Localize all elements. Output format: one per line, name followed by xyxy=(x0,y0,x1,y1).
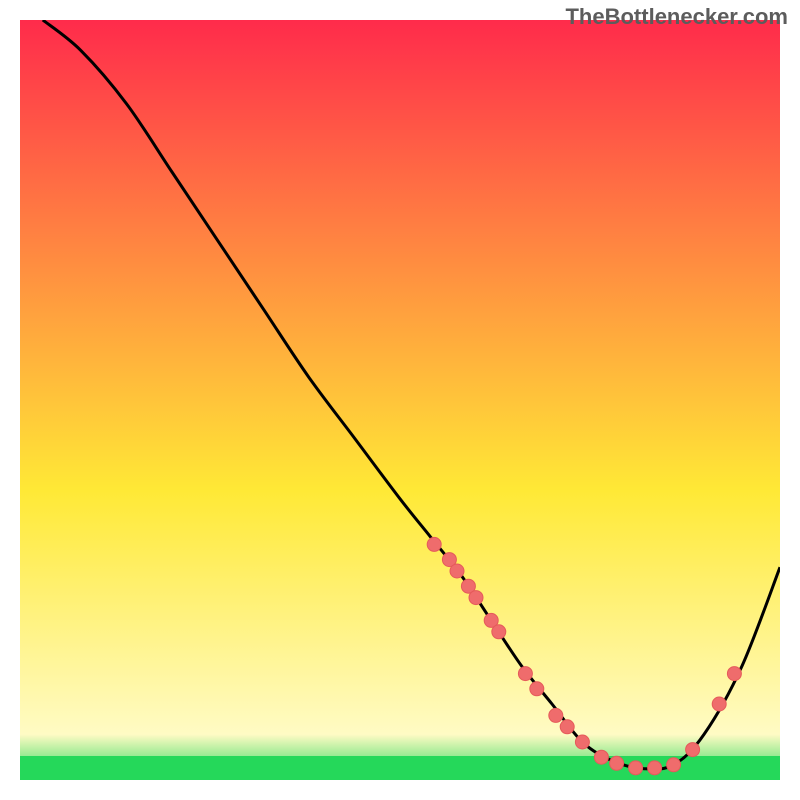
data-point xyxy=(727,667,741,681)
data-point xyxy=(549,708,563,722)
watermark-text: TheBottlenecker.com xyxy=(565,4,788,30)
data-point xyxy=(712,697,726,711)
data-point xyxy=(450,564,464,578)
gradient-background xyxy=(20,20,780,780)
data-point xyxy=(469,591,483,605)
data-point xyxy=(575,735,589,749)
chart-plot xyxy=(20,20,780,780)
data-point xyxy=(629,761,643,775)
data-point xyxy=(518,667,532,681)
data-point xyxy=(648,761,662,775)
data-point xyxy=(530,682,544,696)
data-point xyxy=(560,720,574,734)
data-point xyxy=(667,758,681,772)
data-point xyxy=(492,625,506,639)
data-point xyxy=(427,537,441,551)
chart-svg xyxy=(20,20,780,780)
data-point xyxy=(594,750,608,764)
data-point xyxy=(610,756,624,770)
data-point xyxy=(686,743,700,757)
